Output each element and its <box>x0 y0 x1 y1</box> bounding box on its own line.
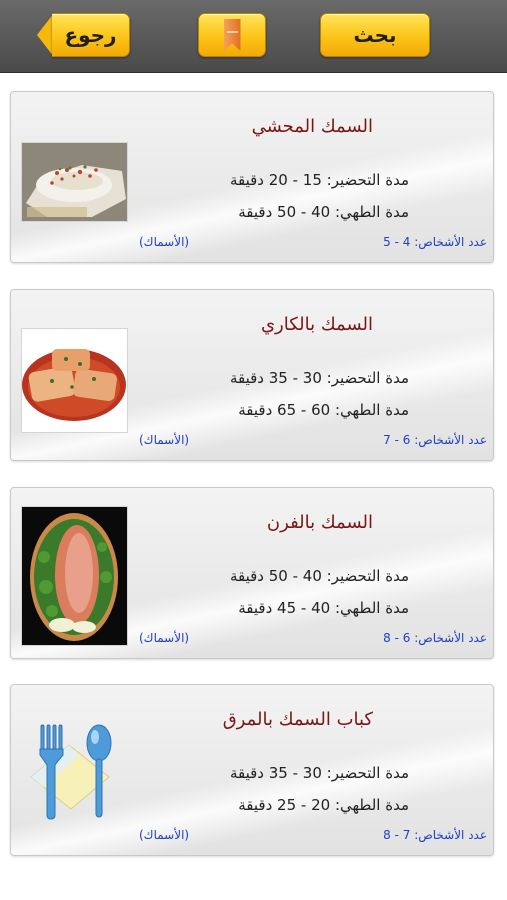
prep-time: مدة التحضير: 40 - 50 دقيقة <box>229 567 409 585</box>
cook-time: مدة الطهي: 20 - 25 دقيقة <box>238 796 409 814</box>
back-button[interactable]: رجوع <box>52 13 130 57</box>
category-link[interactable]: (الأسماك) <box>139 631 189 645</box>
recipe-thumbnail <box>21 328 128 433</box>
recipe-card[interactable]: السمك بالكاري مدة التحضير: 30 - 35 دقيقة… <box>10 289 494 461</box>
servings-count: عدد الأشخاص: 6 - 7 <box>383 433 487 447</box>
bookmark-icon <box>223 19 241 51</box>
recipe-thumbnail <box>21 715 126 827</box>
recipe-card[interactable]: كباب السمك بالمرق مدة التحضير: 30 - 35 د… <box>10 684 494 856</box>
cook-time: مدة الطهي: 40 - 45 دقيقة <box>238 599 409 617</box>
cook-time: مدة الطهي: 60 - 65 دقيقة <box>238 401 409 419</box>
category-link[interactable]: (الأسماك) <box>139 828 189 842</box>
search-button[interactable]: بحث <box>320 13 430 57</box>
servings-count: عدد الأشخاص: 7 - 8 <box>383 828 487 842</box>
cook-time: مدة الطهي: 40 - 50 دقيقة <box>238 203 409 221</box>
prep-time: مدة التحضير: 30 - 35 دقيقة <box>229 369 409 387</box>
recipe-title: السمك بالكاري <box>260 314 373 335</box>
recipe-card[interactable]: السمك المحشي مدة التحضير: 15 - 20 دقيقة … <box>10 91 494 263</box>
category-link[interactable]: (الأسماك) <box>139 433 189 447</box>
bookmark-button[interactable] <box>198 13 266 57</box>
recipe-title: كباب السمك بالمرق <box>222 709 373 730</box>
recipe-thumbnail <box>21 142 128 222</box>
recipe-thumbnail <box>21 506 128 646</box>
category-link[interactable]: (الأسماك) <box>139 235 189 249</box>
recipe-title: السمك المحشي <box>251 116 373 137</box>
prep-time: مدة التحضير: 15 - 20 دقيقة <box>229 171 409 189</box>
prep-time: مدة التحضير: 30 - 35 دقيقة <box>229 764 409 782</box>
servings-count: عدد الأشخاص: 4 - 5 <box>383 235 487 249</box>
recipe-card[interactable]: السمك بالفرن مدة التحضير: 40 - 50 دقيقة … <box>10 487 494 659</box>
servings-count: عدد الأشخاص: 6 - 8 <box>383 631 487 645</box>
fork-spoon-icon <box>30 724 112 820</box>
top-toolbar: رجوع بحث <box>0 0 507 73</box>
recipe-title: السمك بالفرن <box>266 512 373 533</box>
